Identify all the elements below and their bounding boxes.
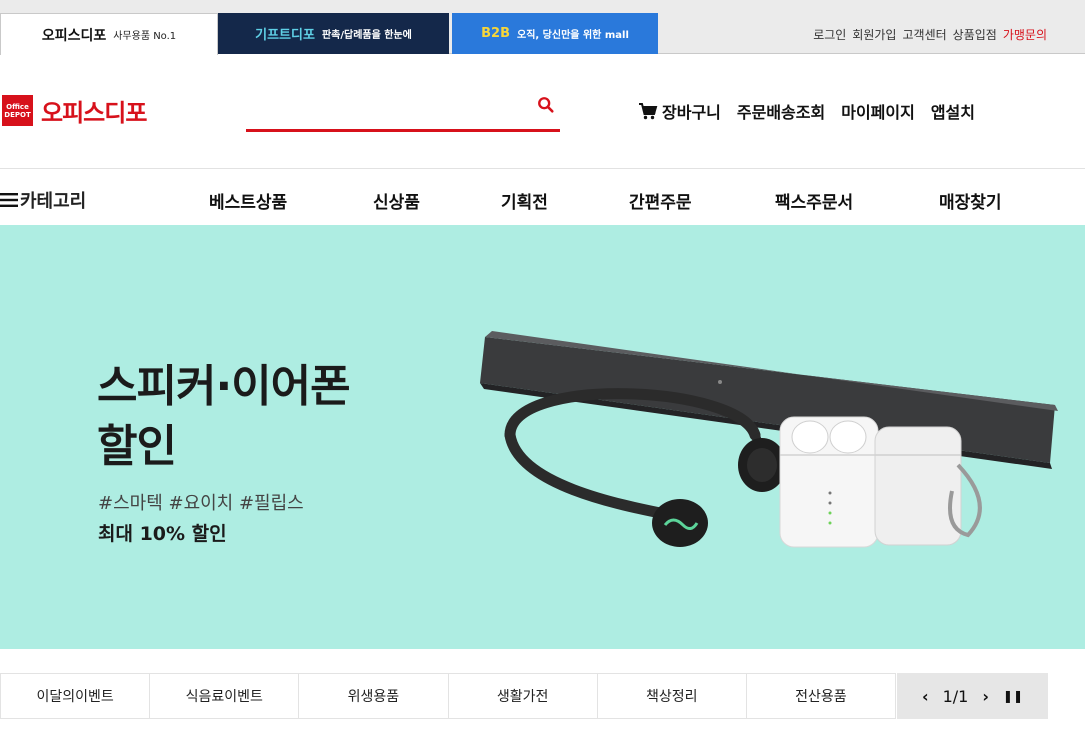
tab-home-appliances[interactable]: 생활가전 [449,674,598,718]
order-tracking-link[interactable]: 주문배송조회 [737,99,825,123]
signup-link[interactable]: 회원가입 [852,26,896,43]
nav-fax-order[interactable]: 팩스주문서 [775,188,853,213]
site-switcher-bar: 오피스디포 사무용품 No.1 기프트디포 판촉/답례품을 한눈에 B2B 오직… [0,0,1085,55]
earbuds-image [779,416,982,548]
login-link[interactable]: 로그인 [813,26,846,43]
event-category-tabs: 이달의이벤트 식음료이벤트 위생용품 생활가전 책상정리 전산용품 [0,673,896,719]
prev-slide-button[interactable]: ‹ [922,687,929,706]
tab-giftdepot-name: 기프트디포 [255,28,315,43]
cart-icon [639,103,658,120]
pause-button[interactable]: ❚❚ [1003,689,1023,703]
hamburger-icon [0,193,18,207]
nav-promotions[interactable]: 기획전 [501,188,548,213]
customer-center-link[interactable]: 고객센터 [902,26,946,43]
logo-badge-line2: DEPOT [4,110,31,119]
tab-hygiene[interactable]: 위생용품 [299,674,449,718]
logo-badge: Office DEPOT [2,95,33,126]
banner-title-line2: 할인 [97,421,177,472]
tab-officedepot-sub: 사무용품 No.1 [113,31,177,42]
tab-desk-organizing[interactable]: 책상정리 [598,674,747,718]
nav-best[interactable]: 베스트상품 [209,188,287,213]
nav-store-finder[interactable]: 매장찾기 [939,188,1002,213]
tab-b2b-name: B2B [481,26,510,41]
tab-officedepot-name: 오피스디포 [41,27,107,44]
tab-b2b[interactable]: B2B 오직, 당신만을 위한 mall [452,13,658,54]
utility-links: 로그인 회원가입 고객센터 상품입점 가맹문의 [813,26,1047,43]
next-slide-button[interactable]: › [982,687,989,706]
search-input[interactable] [246,94,516,124]
category-nav: 카테고리 베스트상품 신상품 기획전 간편주문 팩스주문서 매장찾기 [0,170,1085,225]
tab-b2b-sub: 오직, 당신만을 위한 mall [517,30,629,41]
cart-link[interactable]: 장바구니 [638,99,721,123]
category-label: 카테고리 [20,191,87,212]
banner-title: 스피커·이어폰 할인 [97,357,351,477]
search-box [246,88,560,132]
nav-quick-order[interactable]: 간편주문 [629,188,692,213]
search-icon[interactable] [537,96,555,114]
banner-tags: #스마텍 #요이치 #필립스 [98,493,304,514]
logo-text: 오피스디포 [41,99,147,127]
logo-badge-line1: Office [6,102,29,111]
hero-banner[interactable]: 스피커·이어폰 할인 #스마텍 #요이치 #필립스 최대 10% 할인 [0,225,1085,649]
category-menu-button[interactable]: 카테고리 [0,187,86,213]
cart-label: 장바구니 [662,103,721,122]
header-divider [0,168,1085,169]
tab-giftdepot-sub: 판촉/답례품을 한눈에 [321,30,412,41]
tab-computer-supplies[interactable]: 전산용품 [747,674,895,718]
nav-new[interactable]: 신상품 [373,188,420,213]
site-logo[interactable]: Office DEPOT 오피스디포 [2,93,147,128]
header-links: 장바구니 주문배송조회 마이페이지 앱설치 [638,99,975,123]
banner-subtitle: 최대 10% 할인 [98,523,227,545]
headphones-image [504,388,786,547]
tab-giftdepot[interactable]: 기프트디포 판촉/답례품을 한눈에 [218,13,449,54]
mypage-link[interactable]: 마이페이지 [841,99,915,123]
vendor-entry-link[interactable]: 상품입점 [953,26,997,43]
banner-product-image [480,331,1058,548]
app-install-link[interactable]: 앱설치 [931,99,975,123]
banner-title-line1: 스피커·이어폰 [97,361,351,412]
tab-beverage-event[interactable]: 식음료이벤트 [150,674,300,718]
tab-monthly-event[interactable]: 이달의이벤트 [1,674,151,718]
banner-pager: ‹ 1/1 › ❚❚ [897,673,1048,719]
tab-officedepot[interactable]: 오피스디포 사무용품 No.1 [0,13,218,55]
franchise-inquiry-link[interactable]: 가맹문의 [1003,26,1047,43]
slide-counter: 1/1 [942,686,969,706]
